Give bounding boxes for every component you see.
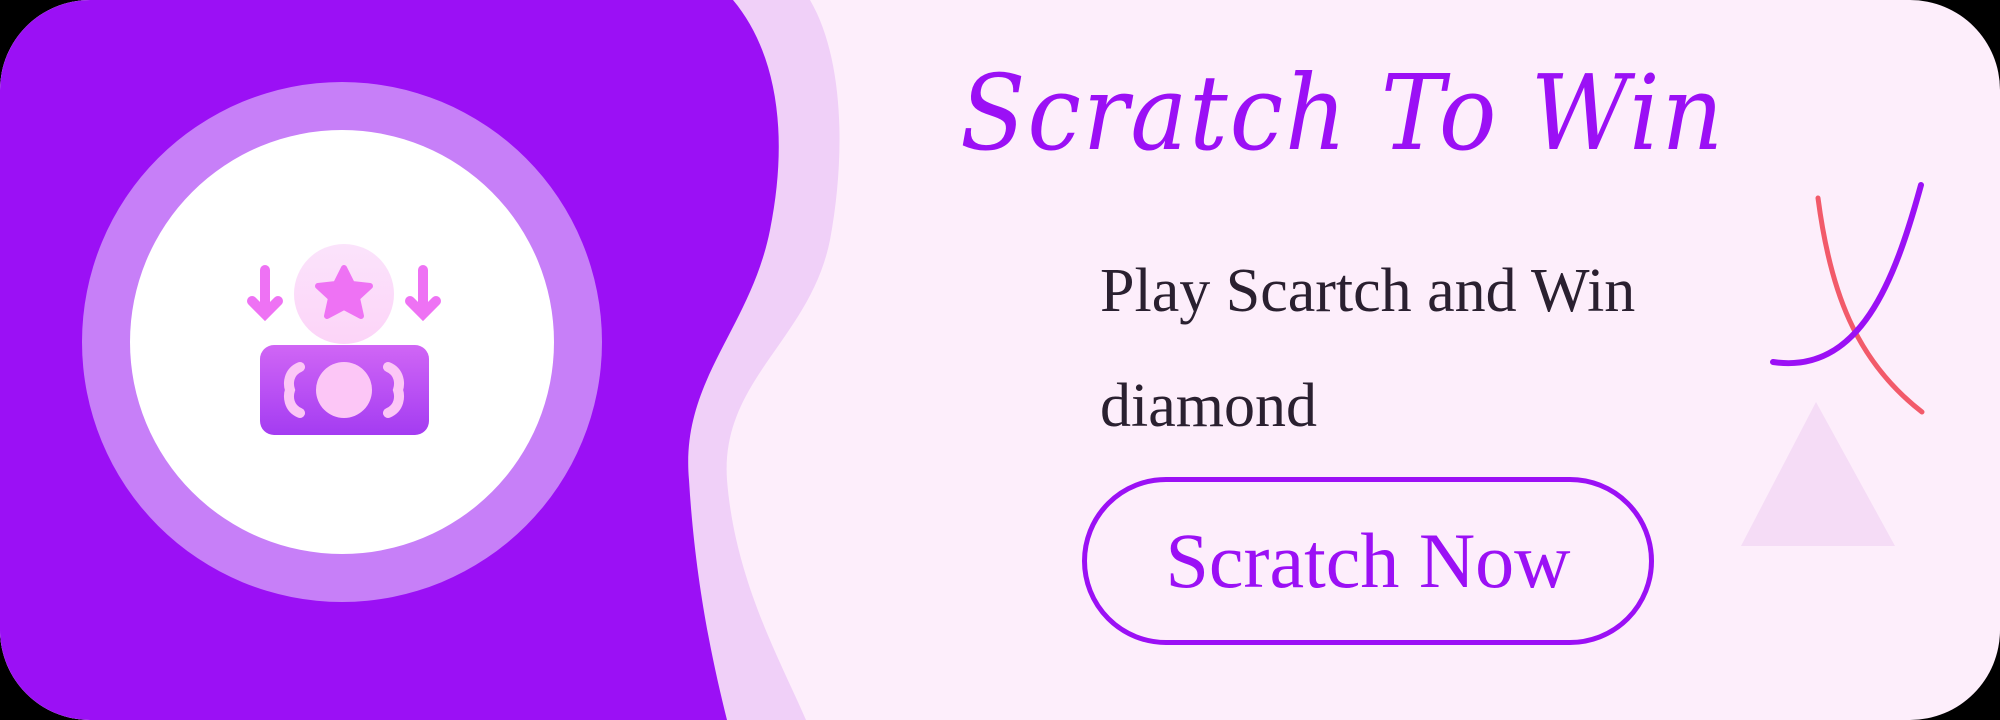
subtitle-line-2: diamond [1100,372,1317,440]
banner-title: Scratch To Win [960,52,1726,174]
decorative-triangle [1741,402,1895,546]
decorative-purple-stroke [1770,182,1924,367]
scratch-to-win-banner: Scratch To Win Play Scartch and Win diam… [0,0,2000,720]
subtitle-line-1: Play Scartch and Win [1100,257,1636,325]
scratch-now-button[interactable]: Scratch Now [1082,477,1654,645]
